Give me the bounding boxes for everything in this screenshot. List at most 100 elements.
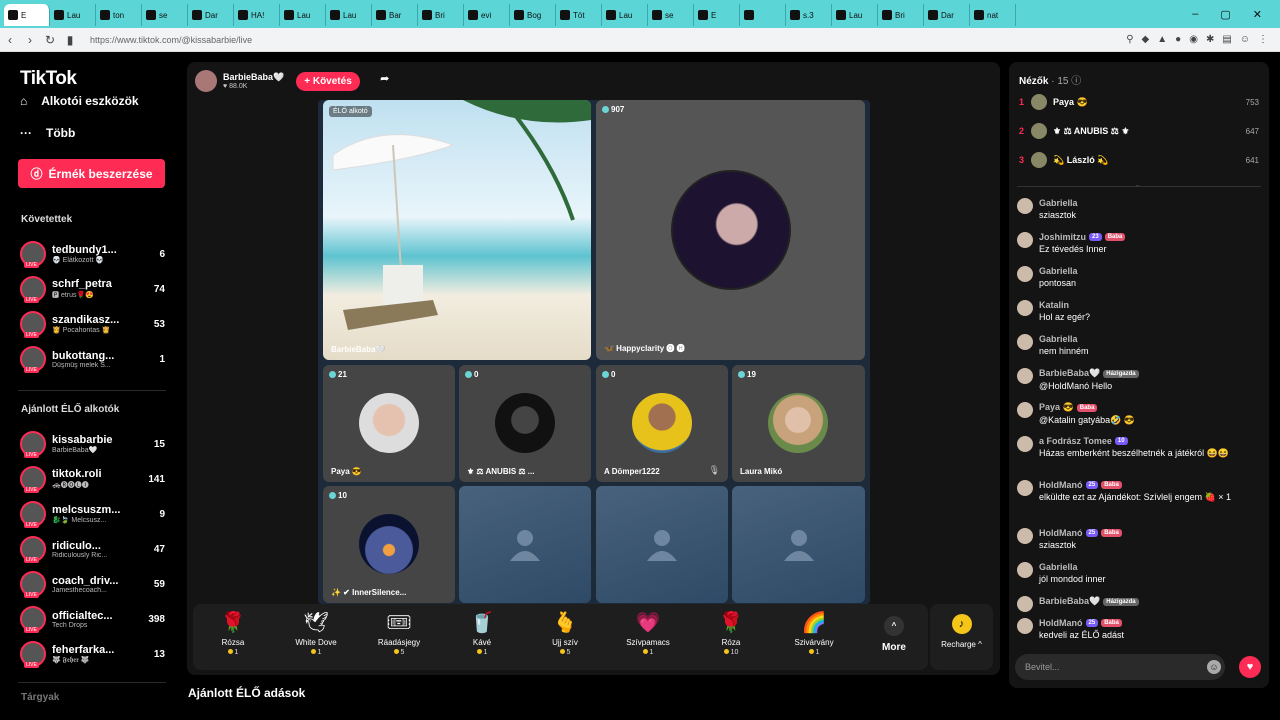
guest-video-cell[interactable]: 0 A Dömper1222 🎙 xyxy=(596,365,728,482)
bookmark-icon[interactable]: ▮ xyxy=(60,33,80,47)
extension-icon[interactable]: ● xyxy=(1175,34,1181,45)
browser-tab[interactable]: Dar xyxy=(924,4,970,26)
gift-item[interactable]: 🎟 Ráadásjegy 5 xyxy=(359,610,439,656)
sidebar-creator-item[interactable]: LIVE coach_driv... Jamesthecoach... 59 xyxy=(20,569,165,599)
browser-tab[interactable]: Bri xyxy=(878,4,924,26)
back-icon[interactable]: ‹ xyxy=(0,33,20,47)
like-heart-button[interactable]: ♥ xyxy=(1239,656,1261,678)
extension-icon[interactable]: ◆ xyxy=(1142,34,1150,45)
chat-username[interactable]: Gabriella xyxy=(1039,198,1078,208)
gift-item[interactable]: 🌈 Szivárvány 1 xyxy=(774,610,854,656)
close-icon[interactable]: ✕ xyxy=(1253,8,1262,21)
chat-username[interactable]: Gabriella xyxy=(1039,334,1078,344)
avatar[interactable] xyxy=(1017,480,1033,496)
sidebar-item-creator-tools[interactable]: ⌂ Alkotói eszközök xyxy=(20,94,139,108)
avatar[interactable] xyxy=(1017,368,1033,384)
browser-tab[interactable]: Töt xyxy=(556,4,602,26)
avatar[interactable] xyxy=(1017,436,1033,452)
empty-guest-slot[interactable] xyxy=(459,486,591,603)
minimize-icon[interactable]: – xyxy=(1192,8,1198,21)
gift-item[interactable]: 🥤 Kávé 1 xyxy=(442,610,522,656)
guest-video-cell[interactable]: 19 Laura Mikó xyxy=(732,365,865,482)
chevron-down-icon[interactable]: ⌄ xyxy=(1134,180,1141,189)
chat-username[interactable]: BarbieBaba🤍 xyxy=(1039,596,1100,607)
get-coins-button[interactable]: ⓓ Érmék beszerzése xyxy=(18,159,165,188)
browser-tab[interactable]: s.3 xyxy=(786,4,832,26)
browser-tab[interactable]: Bog xyxy=(510,4,556,26)
avatar[interactable] xyxy=(1017,266,1033,282)
gift-item[interactable]: 🌹 Rózsa 1 xyxy=(193,610,273,656)
host-name[interactable]: BarbieBaba🤍 xyxy=(223,72,284,83)
host-video-cell[interactable]: ÉLŐ alkotó BarbieBaba🤍 xyxy=(323,100,591,360)
forward-icon[interactable]: › xyxy=(20,33,40,47)
avatar[interactable] xyxy=(1017,198,1033,214)
sidebar-creator-item[interactable]: LIVE officialtec... Tech Drops 398 xyxy=(20,604,165,634)
browser-tab[interactable]: Dar xyxy=(188,4,234,26)
avatar[interactable] xyxy=(1017,562,1033,578)
recharge-button[interactable]: ♪ Recharge ^ xyxy=(930,604,993,670)
guest-video-cell[interactable]: 907 🦋 Happyclarity 🅞 🅗 xyxy=(596,100,865,360)
avatar[interactable] xyxy=(1017,300,1033,316)
sidebar-creator-item[interactable]: LIVE melcsuszm... 🐉🍃 Melcsusz... 9 xyxy=(20,499,165,529)
zoom-icon[interactable]: ⚲ xyxy=(1126,34,1133,45)
sidebar-creator-item[interactable]: LIVE kissabarbie BarbieBaba🤍 15 xyxy=(20,429,165,459)
browser-tab[interactable]: E xyxy=(4,4,50,26)
browser-tab[interactable]: se xyxy=(142,4,188,26)
sidebar-creator-item[interactable]: LIVE tiktok.roli 🚓🅡🅞🅛🅘 141 xyxy=(20,464,165,494)
chat-input[interactable]: Bevitel... xyxy=(1015,654,1225,680)
top-viewer-row[interactable]: 1 Paya 😎 753 xyxy=(1019,92,1259,112)
chat-username[interactable]: Katalin xyxy=(1039,300,1069,310)
chat-username[interactable]: BarbieBaba🤍 xyxy=(1039,368,1100,379)
browser-tab[interactable]: HA! xyxy=(234,4,280,26)
avatar[interactable] xyxy=(1017,528,1033,544)
top-viewer-row[interactable]: 2 ⚜ ⚖ ANUBIS ⚖ ⚜ 647 xyxy=(1019,121,1259,141)
guest-video-cell[interactable]: 21 Paya 😎 xyxy=(323,365,455,482)
chat-username[interactable]: Gabriella xyxy=(1039,266,1078,276)
follow-button[interactable]: + Követés xyxy=(296,71,360,91)
tiktok-logo[interactable]: TikTok xyxy=(20,68,77,90)
browser-tab[interactable]: Lau xyxy=(832,4,878,26)
chat-username[interactable]: HoldManó xyxy=(1039,480,1083,490)
gift-item[interactable]: 💗 Szívpamacs 1 xyxy=(608,610,688,656)
avatar[interactable] xyxy=(1017,618,1033,634)
avatar[interactable] xyxy=(1017,402,1033,418)
chat-username[interactable]: a Fodrász Tomee xyxy=(1039,436,1112,446)
browser-tab[interactable]: Bar xyxy=(372,4,418,26)
empty-guest-slot[interactable] xyxy=(732,486,865,603)
chat-username[interactable]: HoldManó xyxy=(1039,618,1083,628)
sidebar-creator-item[interactable]: LIVE tedbundy1... 💀 Elátkozott 💀 6 xyxy=(20,239,165,269)
emoji-icon[interactable]: ☺ xyxy=(1207,660,1221,674)
avatar[interactable] xyxy=(1017,596,1033,612)
avatar[interactable] xyxy=(195,70,217,92)
browser-tab[interactable]: nat xyxy=(970,4,1016,26)
viewers-header[interactable]: Nézők · 15 ⓘ xyxy=(1019,72,1081,87)
sidebar-creator-item[interactable]: LIVE schrf_petra 🅿 etrus🌹😍 74 xyxy=(20,274,165,304)
sidebar-item-more[interactable]: ··· Több xyxy=(20,126,75,140)
extension-icon[interactable]: ◉ xyxy=(1189,34,1198,45)
share-icon[interactable]: ➦ xyxy=(376,72,394,90)
avatar[interactable] xyxy=(1017,232,1033,248)
menu-icon[interactable]: ⋮ xyxy=(1258,34,1268,45)
guest-video-cell[interactable]: 10 ✨ ✔ InnerSilence... xyxy=(323,486,455,603)
profile-icon[interactable]: ☺ xyxy=(1240,34,1250,45)
browser-tab[interactable]: Bri xyxy=(418,4,464,26)
chat-username[interactable]: Paya 😎 xyxy=(1039,402,1074,413)
browser-tab[interactable]: Lau xyxy=(326,4,372,26)
gift-item[interactable]: 🕊 White Dove 1 xyxy=(276,610,356,656)
extension-icon[interactable]: ▲ xyxy=(1157,34,1167,45)
sidebar-creator-item[interactable]: LIVE ridiculo... Ridiculously Ric... 47 xyxy=(20,534,165,564)
top-viewer-row[interactable]: 3 💫 László 💫 641 xyxy=(1019,150,1259,170)
browser-tab[interactable]: ton xyxy=(96,4,142,26)
browser-tab[interactable]: Lau xyxy=(602,4,648,26)
chat-username[interactable]: Joshimitzu xyxy=(1039,232,1086,242)
sidebar-icon[interactable]: ▤ xyxy=(1222,34,1231,45)
gift-item[interactable]: 🫰 Ujj szív 5 xyxy=(525,610,605,656)
browser-tab[interactable]: se xyxy=(648,4,694,26)
browser-tab[interactable]: E xyxy=(694,4,740,26)
chat-username[interactable]: HoldManó xyxy=(1039,528,1083,538)
sidebar-creator-item[interactable]: LIVE szandikasz... 👸 Pocahontas 👸 53 xyxy=(20,309,165,339)
empty-guest-slot[interactable] xyxy=(596,486,728,603)
more-gifts-button[interactable]: ^ More xyxy=(876,616,912,653)
guest-video-cell[interactable]: 0 ⚜ ⚖ ANUBIS ⚖ ... xyxy=(459,365,591,482)
sidebar-creator-item[interactable]: LIVE feherfarka... 🐺 𝕱𝖊𝖍𝖊𝖗 🐺 13 xyxy=(20,639,165,669)
